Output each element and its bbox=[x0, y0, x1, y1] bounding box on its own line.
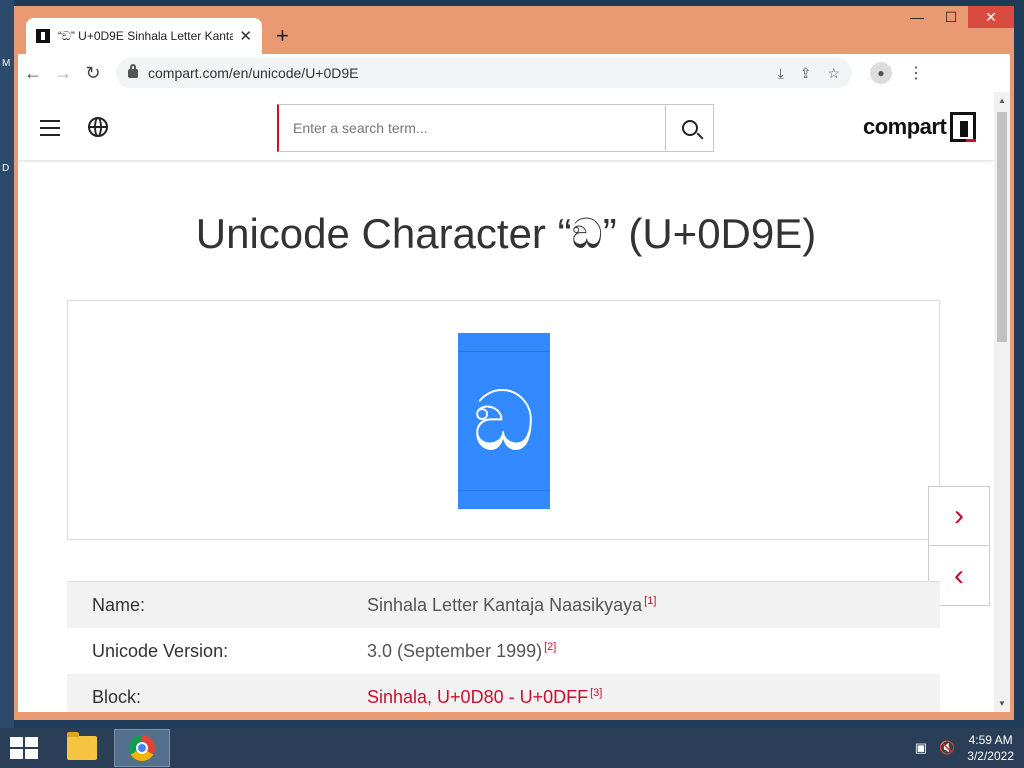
property-value: Sinhala, U+0D80 - U+0DFF [3] bbox=[367, 687, 602, 708]
new-tab-button[interactable]: + bbox=[276, 23, 289, 49]
properties-table: Name: Sinhala Letter Kantaja Naasikyaya[… bbox=[67, 581, 940, 712]
clock[interactable]: 4:59 AM 3/2/2022 bbox=[967, 732, 1014, 764]
address-bar[interactable]: compart.com/en/unicode/U+0D9E ⤓ ⇪ ☆ bbox=[116, 58, 852, 88]
volume-muted-icon[interactable]: 🔇 bbox=[939, 740, 955, 756]
brand-mark-icon bbox=[950, 112, 977, 142]
property-label: Block: bbox=[92, 686, 142, 707]
system-tray: ▣ 🔇 4:59 AM 3/2/2022 bbox=[915, 732, 1014, 764]
brand-name: compart bbox=[863, 114, 947, 139]
close-tab-icon[interactable]: ✕ bbox=[239, 27, 252, 45]
language-globe-icon[interactable] bbox=[88, 117, 108, 137]
maximize-button[interactable]: ☐ bbox=[934, 6, 968, 28]
table-row: Block: Sinhala, U+0D80 - U+0DFF [3] bbox=[67, 674, 940, 712]
clock-date: 3/2/2022 bbox=[967, 749, 1014, 763]
network-icon[interactable]: ▣ bbox=[915, 740, 927, 756]
page-title: Unicode Character “ඞ” (U+0D9E) bbox=[195, 210, 817, 257]
bookmark-star-icon[interactable]: ☆ bbox=[827, 65, 840, 82]
glyph-card: ඞ bbox=[67, 300, 940, 540]
reload-button[interactable]: ↻ bbox=[78, 63, 108, 84]
browser-tab[interactable]: “ඞ” U+0D9E Sinhala Letter Kanta ✕ bbox=[26, 18, 262, 54]
version-value: 3.0 (September 1999) bbox=[367, 640, 543, 661]
scroll-up-icon[interactable]: ▲ bbox=[998, 96, 1006, 105]
reference-link[interactable]: [2] bbox=[544, 641, 556, 653]
block-link[interactable]: Sinhala, U+0D80 - U+0DFF bbox=[367, 687, 588, 707]
minimize-button[interactable]: — bbox=[900, 6, 934, 28]
tab-title: “ඞ” U+0D9E Sinhala Letter Kanta bbox=[57, 28, 234, 43]
taskbar: ▣ 🔇 4:59 AM 3/2/2022 bbox=[0, 728, 1024, 768]
window-controls: — ☐ ✕ bbox=[900, 6, 1014, 36]
property-label: Name: bbox=[92, 594, 146, 615]
favicon-icon bbox=[36, 29, 50, 43]
site-search bbox=[277, 104, 714, 152]
search-input[interactable] bbox=[279, 105, 665, 151]
compart-logo[interactable]: compart bbox=[863, 112, 977, 142]
close-window-button[interactable]: ✕ bbox=[968, 6, 1014, 28]
table-row: Name: Sinhala Letter Kantaja Naasikyaya[… bbox=[67, 582, 940, 628]
start-button[interactable] bbox=[10, 737, 38, 759]
property-value: Sinhala Letter Kantaja Naasikyaya [1] bbox=[367, 595, 656, 616]
search-icon bbox=[681, 120, 698, 136]
site-header: compart bbox=[18, 92, 994, 160]
scroll-down-icon[interactable]: ▼ bbox=[998, 699, 1006, 708]
browser-menu-icon[interactable]: ⋮ bbox=[908, 63, 924, 83]
reference-link[interactable]: [3] bbox=[590, 687, 602, 699]
property-value: 3.0 (September 1999) [2] bbox=[367, 641, 556, 662]
desktop-wallpaper: M D bbox=[0, 0, 14, 728]
desktop-fragment-text: M bbox=[2, 58, 11, 69]
table-row: Unicode Version: 3.0 (September 1999) [2] bbox=[67, 628, 940, 674]
name-value: Sinhala Letter Kantaja Naasikyaya bbox=[367, 594, 643, 615]
forward-button[interactable]: → bbox=[48, 63, 78, 84]
profile-avatar-icon[interactable]: ● bbox=[870, 62, 892, 84]
chrome-icon bbox=[129, 735, 155, 761]
property-label: Unicode Version: bbox=[92, 640, 229, 661]
share-icon[interactable]: ⇪ bbox=[800, 65, 812, 82]
character-glyph: ඞ bbox=[458, 333, 550, 509]
clock-time: 4:59 AM bbox=[968, 733, 1013, 747]
back-button[interactable]: ← bbox=[18, 63, 48, 84]
next-character-button[interactable]: › bbox=[928, 486, 990, 546]
folder-icon bbox=[67, 732, 97, 760]
search-button[interactable] bbox=[665, 105, 713, 151]
install-icon[interactable]: ⤓ bbox=[778, 65, 784, 82]
desktop-fragment-text: D bbox=[2, 163, 10, 174]
lock-icon bbox=[128, 63, 138, 78]
browser-toolbar: ← → ↻ compart.com/en/unicode/U+0D9E ⤓ ⇪ … bbox=[18, 54, 1010, 92]
page-viewport: compart Unicode Character “ඞ” (U+0D9E) ඞ… bbox=[18, 92, 1010, 712]
scrollbar-thumb[interactable] bbox=[997, 112, 1007, 342]
browser-window: — ☐ ✕ “ඞ” U+0D9E Sinhala Letter Kanta ✕ … bbox=[14, 6, 1014, 720]
chrome-taskbar-button[interactable] bbox=[114, 729, 170, 767]
hamburger-menu-icon[interactable] bbox=[40, 120, 60, 141]
file-explorer-button[interactable] bbox=[54, 729, 110, 767]
vertical-scrollbar[interactable]: ▲ ▼ bbox=[994, 92, 1010, 712]
url-text: compart.com/en/unicode/U+0D9E bbox=[148, 65, 359, 81]
reference-link[interactable]: [1] bbox=[644, 595, 656, 607]
